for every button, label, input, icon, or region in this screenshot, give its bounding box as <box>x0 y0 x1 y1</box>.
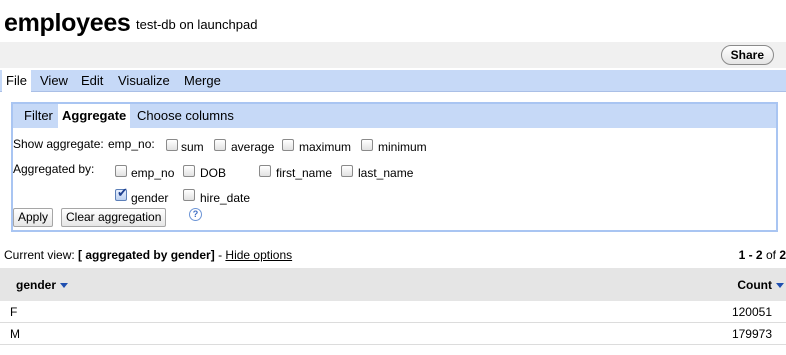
column-header-gender-label: gender <box>16 278 57 292</box>
group-dob-label: DOB <box>200 166 227 180</box>
paging-total: 2 <box>779 248 786 262</box>
options-panel: Filter Aggregate Choose columns Show agg… <box>11 102 778 232</box>
menu-merge[interactable]: Merge <box>180 70 225 92</box>
table-source: test-db on launchpad <box>136 17 258 32</box>
cell-gender: F <box>10 305 18 319</box>
group-gender-checkbox[interactable] <box>115 186 128 201</box>
tab-filter[interactable]: Filter <box>20 104 57 128</box>
tab-aggregate[interactable]: Aggregate <box>58 104 131 128</box>
column-header-count[interactable]: Count <box>737 278 784 292</box>
column-header-count-label: Count <box>737 278 772 292</box>
panel-tabs: Filter Aggregate Choose columns <box>13 104 776 128</box>
cell-count: 179973 <box>731 327 772 341</box>
group-first-name-label: first_name <box>276 166 333 180</box>
average-label: average <box>231 140 275 154</box>
menu-edit[interactable]: Edit <box>77 70 107 92</box>
sort-dropdown-icon <box>60 283 69 289</box>
column-header-gender[interactable]: gender <box>16 278 69 292</box>
menu-bar: File View Edit Visualize Merge <box>0 70 786 92</box>
menu-visualize[interactable]: Visualize <box>114 70 174 92</box>
current-view-description: [ aggregated by gender] <box>78 248 215 262</box>
menu-view[interactable]: View <box>36 70 72 92</box>
group-first-name-checkbox[interactable] <box>259 165 271 177</box>
table-row[interactable]: M 179973 <box>0 323 786 345</box>
maximum-label: maximum <box>299 140 352 154</box>
help-icon[interactable]: ? <box>189 208 202 221</box>
menu-file[interactable]: File <box>2 70 31 92</box>
show-aggregate-label: Show aggregate: <box>13 137 104 151</box>
table-title: employees <box>4 9 131 37</box>
hide-options-link[interactable]: Hide options <box>225 248 292 262</box>
group-hire-date-label: hire_date <box>200 191 251 205</box>
maximum-checkbox[interactable] <box>282 139 294 151</box>
current-view-separator: - <box>218 248 223 262</box>
minimum-checkbox[interactable] <box>361 139 373 151</box>
share-button[interactable]: Share <box>720 45 774 65</box>
apply-button[interactable]: Apply <box>13 208 54 227</box>
minimum-label: minimum <box>378 140 427 154</box>
clear-aggregation-button[interactable]: Clear aggregation <box>61 208 167 227</box>
paging-of: of <box>765 248 776 262</box>
sort-dropdown-icon <box>776 283 784 289</box>
group-last-name-label: last_name <box>358 166 414 180</box>
group-hire-date-checkbox[interactable] <box>183 189 195 201</box>
group-last-name-checkbox[interactable] <box>341 165 353 177</box>
paging-range: 1 - 2 <box>738 248 763 262</box>
group-dob-checkbox[interactable] <box>183 165 195 177</box>
group-emp-no-label: emp_no <box>131 166 175 180</box>
cell-count: 120051 <box>731 305 772 319</box>
aggregated-by-label: Aggregated by: <box>13 162 95 176</box>
table-row[interactable]: F 120051 <box>0 301 786 323</box>
aggregate-column-label: emp_no: <box>108 137 155 151</box>
tab-choose-columns[interactable]: Choose columns <box>133 104 238 128</box>
cell-gender: M <box>10 327 20 341</box>
current-view-label: Current view: <box>4 248 75 262</box>
title-bar: employees test-db on launchpad <box>0 0 786 42</box>
sum-checkbox[interactable] <box>166 139 178 151</box>
group-emp-no-checkbox[interactable] <box>115 165 127 177</box>
paging-info: 1 - 2 of 2 <box>739 248 786 262</box>
group-gender-label: gender <box>131 191 169 205</box>
share-bar: Share <box>0 42 786 68</box>
current-view: Current view: [ aggregated by gender] - … <box>4 248 292 262</box>
average-checkbox[interactable] <box>214 139 226 151</box>
sum-label: sum <box>181 140 204 154</box>
table-header: gender Count <box>0 268 786 301</box>
